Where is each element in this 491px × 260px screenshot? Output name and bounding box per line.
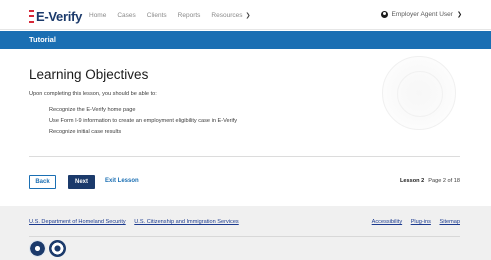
lesson-number: Lesson 2: [400, 178, 425, 184]
user-menu[interactable]: Employer Agent User ❯: [380, 11, 462, 18]
chevron-down-icon: ❯: [456, 12, 462, 18]
user-name: Employer Agent User: [391, 11, 453, 18]
objectives-list: Recognize the E-Verify home page Use For…: [49, 107, 237, 140]
logo-text: E-Verify: [36, 8, 83, 24]
sitemap-link[interactable]: Sitemap: [439, 219, 460, 225]
top-navigation-bar: E-Verify Home Cases Clients Reports Reso…: [0, 0, 491, 30]
dhs-watermark-seal: [382, 56, 456, 130]
plugins-link[interactable]: Plug-ins: [411, 219, 431, 225]
accessibility-link[interactable]: Accessibility: [372, 219, 402, 225]
banner-title: Tutorial: [29, 35, 56, 44]
list-item: Use Form I-9 information to create an em…: [49, 118, 238, 124]
dhs-seal-icon[interactable]: [29, 240, 46, 257]
dhs-link[interactable]: U.S. Department of Homeland Security: [29, 219, 126, 225]
nav-clients[interactable]: Clients: [147, 12, 167, 19]
page-indicator: Page 2 of 18: [428, 178, 460, 184]
nav-home[interactable]: Home: [89, 12, 106, 19]
nav-reports[interactable]: Reports: [178, 12, 201, 19]
chevron-down-icon: ❯: [245, 13, 251, 19]
uscis-seal-icon[interactable]: [49, 240, 66, 257]
footer-agency-links: U.S. Department of Homeland Security U.S…: [29, 219, 246, 225]
uscis-link[interactable]: U.S. Citizenship and Immigration Service…: [134, 219, 238, 225]
nav-resources-label: Resources: [211, 12, 243, 19]
list-item: Recognize initial case results: [49, 129, 122, 135]
main-nav: Home Cases Clients Reports Resources ❯: [89, 12, 273, 19]
user-circle-icon: [380, 11, 388, 18]
footer-utility-links: Accessibility Plug-ins Sitemap: [365, 219, 460, 225]
exit-lesson-link[interactable]: Exit Lesson: [105, 178, 139, 184]
everify-logo[interactable]: E-Verify: [29, 8, 83, 24]
next-button[interactable]: Next: [68, 175, 95, 189]
nav-resources[interactable]: Resources ❯: [211, 12, 261, 19]
page-title: Learning Objectives: [29, 67, 149, 82]
footer-divider: [29, 236, 460, 237]
lesson-progress: Lesson 2 Page 2 of 18: [400, 178, 460, 184]
back-button[interactable]: Back: [29, 175, 56, 189]
tutorial-banner: Tutorial: [0, 31, 491, 49]
intro-text: Upon completing this lesson, you should …: [29, 91, 157, 97]
divider: [29, 156, 460, 157]
footer: U.S. Department of Homeland Security U.S…: [0, 206, 491, 260]
nav-cases[interactable]: Cases: [117, 12, 135, 19]
list-item: Recognize the E-Verify home page: [49, 107, 136, 113]
logo-flag-icon: [29, 9, 34, 23]
